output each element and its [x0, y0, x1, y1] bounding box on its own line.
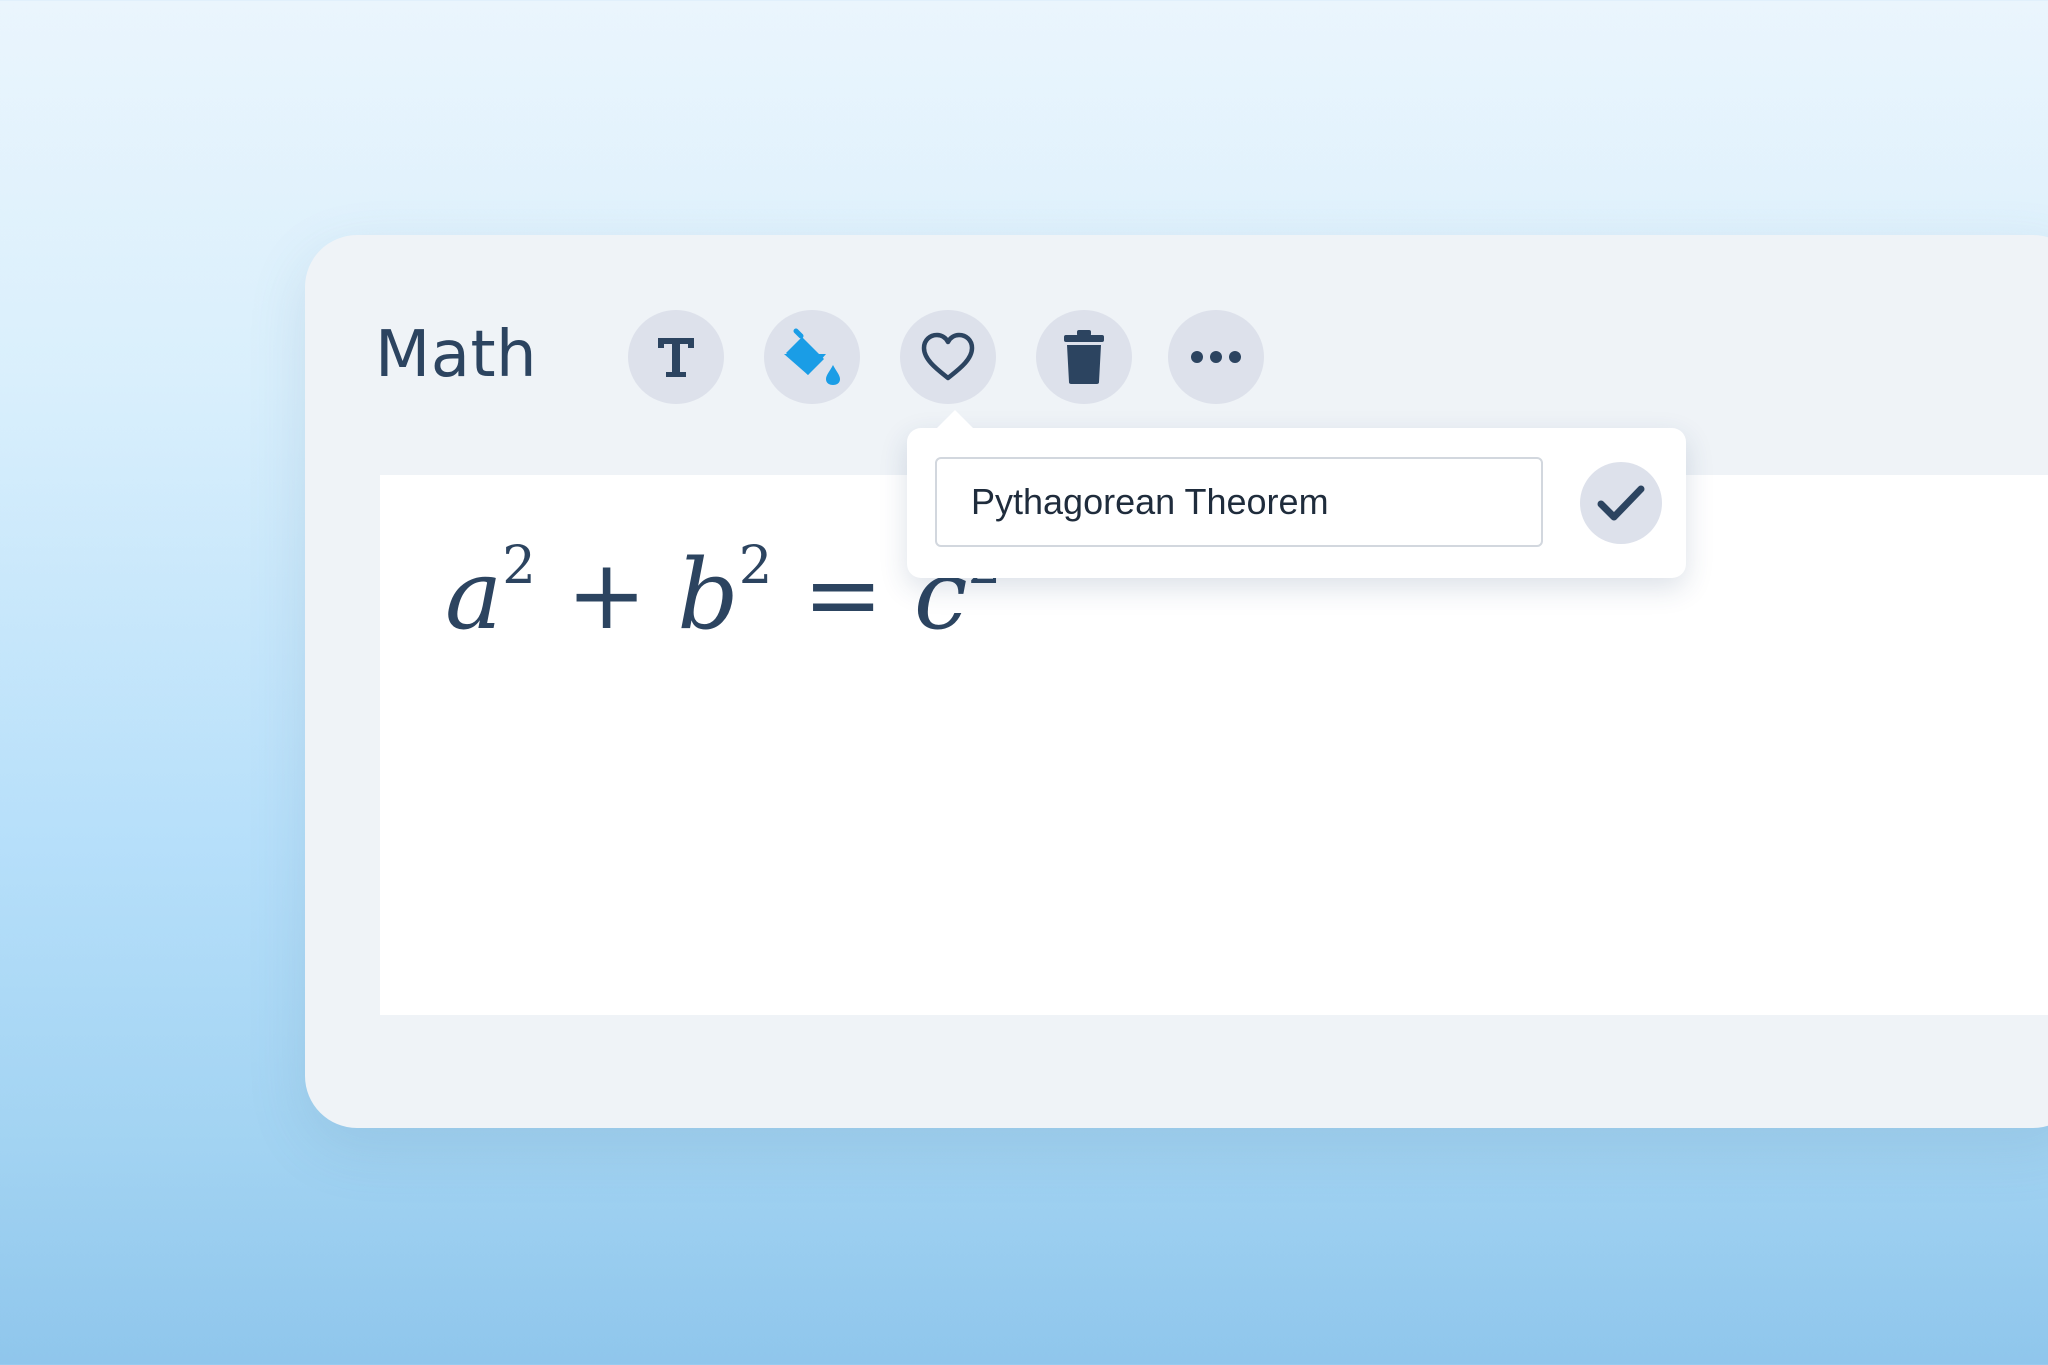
- more-options-button[interactable]: [1168, 310, 1264, 404]
- fill-color-button[interactable]: [764, 310, 860, 404]
- popup-caret: [936, 410, 974, 429]
- trash-icon: [1064, 330, 1104, 384]
- checkmark-icon: [1597, 485, 1645, 521]
- equation-exponent-a: 2: [502, 535, 536, 597]
- text-format-button[interactable]: [628, 310, 724, 404]
- more-horizontal-icon: [1191, 351, 1241, 363]
- confirm-button[interactable]: [1580, 462, 1662, 544]
- text-format-icon: [658, 338, 694, 377]
- favorite-name-input[interactable]: [935, 457, 1543, 547]
- panel-title: Math: [375, 318, 538, 392]
- equation-equals: =: [802, 539, 884, 651]
- favorite-button[interactable]: [900, 310, 996, 404]
- delete-button[interactable]: [1036, 310, 1132, 404]
- paint-bucket-icon: [784, 328, 840, 385]
- equation-var-a: a: [445, 539, 503, 651]
- equation-exponent-b: 2: [738, 535, 773, 597]
- equation-var-b: b: [677, 539, 739, 651]
- heart-icon: [921, 332, 975, 381]
- equation-plus: +: [566, 539, 647, 651]
